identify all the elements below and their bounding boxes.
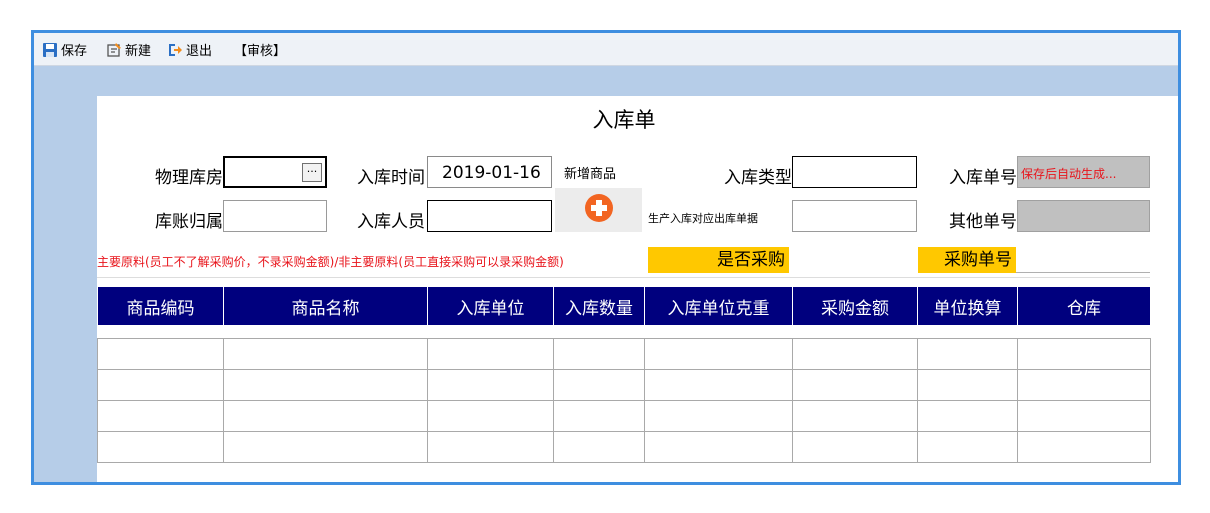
inbound-no-value: 保存后自动生成... xyxy=(1021,167,1117,181)
floppy-disk-icon xyxy=(42,42,58,58)
table-cell[interactable] xyxy=(97,369,224,401)
table-cell[interactable] xyxy=(792,338,918,370)
new-product-label: 新增商品 xyxy=(564,167,617,182)
add-product-button[interactable] xyxy=(555,188,642,232)
table-cell[interactable] xyxy=(1017,369,1151,401)
table-cell[interactable] xyxy=(553,431,645,463)
top-band xyxy=(34,66,1178,96)
table-cell[interactable] xyxy=(644,400,793,432)
table-cell[interactable] xyxy=(1017,400,1151,432)
table-row[interactable] xyxy=(97,400,1151,432)
table-cell[interactable] xyxy=(553,369,645,401)
table-cell[interactable] xyxy=(427,338,554,370)
audit-label: 【审核】 xyxy=(234,44,287,59)
column-header[interactable]: 采购金额 xyxy=(792,286,918,326)
save-label: 保存 xyxy=(61,44,88,59)
section-divider xyxy=(97,277,1150,278)
table-cell[interactable] xyxy=(427,431,554,463)
table-cell[interactable] xyxy=(427,369,554,401)
exit-label: 退出 xyxy=(186,44,213,59)
table-cell[interactable] xyxy=(792,369,918,401)
table-cell[interactable] xyxy=(917,338,1018,370)
physical-warehouse-label: 物理库房 xyxy=(155,168,223,188)
physical-warehouse-field[interactable]: ··· xyxy=(223,156,327,188)
is-purchase-field[interactable] xyxy=(789,247,919,273)
inbound-time-label: 入库时间 xyxy=(357,168,425,188)
plus-circle-icon xyxy=(585,194,613,222)
inbound-type-field[interactable] xyxy=(792,156,917,188)
table-cell[interactable] xyxy=(917,369,1018,401)
purchase-note: 主要原料(员工不了解采购价，不录采购金额)/非主要原料(员工直接采购可以录采购金… xyxy=(97,255,564,269)
other-no-field xyxy=(1017,200,1150,232)
column-header[interactable]: 入库单位克重 xyxy=(644,286,793,326)
new-document-icon xyxy=(106,42,122,58)
other-no-label: 其他单号 xyxy=(949,212,1017,232)
left-band xyxy=(34,66,97,482)
table-cell[interactable] xyxy=(1017,431,1151,463)
table-cell[interactable] xyxy=(223,338,428,370)
inbound-no-label: 入库单号 xyxy=(949,168,1017,188)
toolbar: 保存 新建 退出 【审核】 xyxy=(34,33,1178,66)
table-row[interactable] xyxy=(97,431,1151,463)
column-header[interactable]: 商品名称 xyxy=(223,286,428,326)
new-label: 新建 xyxy=(125,44,152,59)
inbound-time-value: 2019-01-16 xyxy=(442,163,541,183)
column-header[interactable]: 商品编码 xyxy=(97,286,224,326)
inbound-time-field[interactable]: 2019-01-16 xyxy=(427,156,552,188)
table-cell[interactable] xyxy=(792,431,918,463)
table-row[interactable] xyxy=(97,369,1151,401)
table-cell[interactable] xyxy=(97,338,224,370)
is-purchase-label: 是否采购 xyxy=(648,247,789,273)
save-button[interactable]: 保存 xyxy=(42,40,87,59)
column-header[interactable]: 入库数量 xyxy=(553,286,645,326)
inbound-type-label: 入库类型 xyxy=(724,168,792,188)
column-header[interactable]: 单位换算 xyxy=(917,286,1018,326)
table-cell[interactable] xyxy=(223,431,428,463)
table-cell[interactable] xyxy=(644,369,793,401)
exit-button[interactable]: 退出 xyxy=(167,40,212,59)
window-frame: 保存 新建 退出 【审核】 入库单 物理库房 ··· 入库时间 2019-01-… xyxy=(31,30,1181,485)
purchase-no-field[interactable] xyxy=(1016,247,1150,273)
table-row[interactable] xyxy=(97,338,1151,370)
table-cell[interactable] xyxy=(427,400,554,432)
column-header[interactable]: 仓库 xyxy=(1017,286,1151,326)
table-cell[interactable] xyxy=(553,400,645,432)
inbound-no-field: 保存后自动生成... xyxy=(1017,156,1150,188)
exit-icon xyxy=(167,42,183,58)
table-cell[interactable] xyxy=(553,338,645,370)
table-cell[interactable] xyxy=(1017,338,1151,370)
production-ref-field[interactable] xyxy=(792,200,917,232)
inbound-person-label: 入库人员 xyxy=(357,212,425,232)
production-ref-label: 生产入库对应出库单据 xyxy=(648,212,758,225)
purchase-no-label: 采购单号 xyxy=(918,247,1016,273)
inbound-person-field[interactable] xyxy=(427,200,552,232)
table-cell[interactable] xyxy=(917,400,1018,432)
new-button[interactable]: 新建 xyxy=(106,40,151,59)
ledger-owner-field[interactable] xyxy=(223,200,327,232)
column-header[interactable]: 入库单位 xyxy=(427,286,554,326)
items-table: 商品编码 商品名称 入库单位 入库数量 入库单位克重 采购金额 单位换算 仓库 xyxy=(97,286,1151,463)
table-cell[interactable] xyxy=(97,431,224,463)
purchase-no-underline xyxy=(1016,272,1150,273)
ledger-owner-label: 库账归属 xyxy=(155,212,223,232)
table-cell[interactable] xyxy=(223,400,428,432)
header-spacer-row xyxy=(98,326,1151,339)
table-header-row: 商品编码 商品名称 入库单位 入库数量 入库单位克重 采购金额 单位换算 仓库 xyxy=(97,286,1151,326)
table-cell[interactable] xyxy=(97,400,224,432)
browse-button[interactable]: ··· xyxy=(302,163,322,182)
page-title: 入库单 xyxy=(592,108,656,132)
table-cell[interactable] xyxy=(223,369,428,401)
table-cell[interactable] xyxy=(917,431,1018,463)
table-cell[interactable] xyxy=(644,431,793,463)
table-cell[interactable] xyxy=(792,400,918,432)
audit-button[interactable]: 【审核】 xyxy=(234,40,286,59)
table-cell[interactable] xyxy=(644,338,793,370)
